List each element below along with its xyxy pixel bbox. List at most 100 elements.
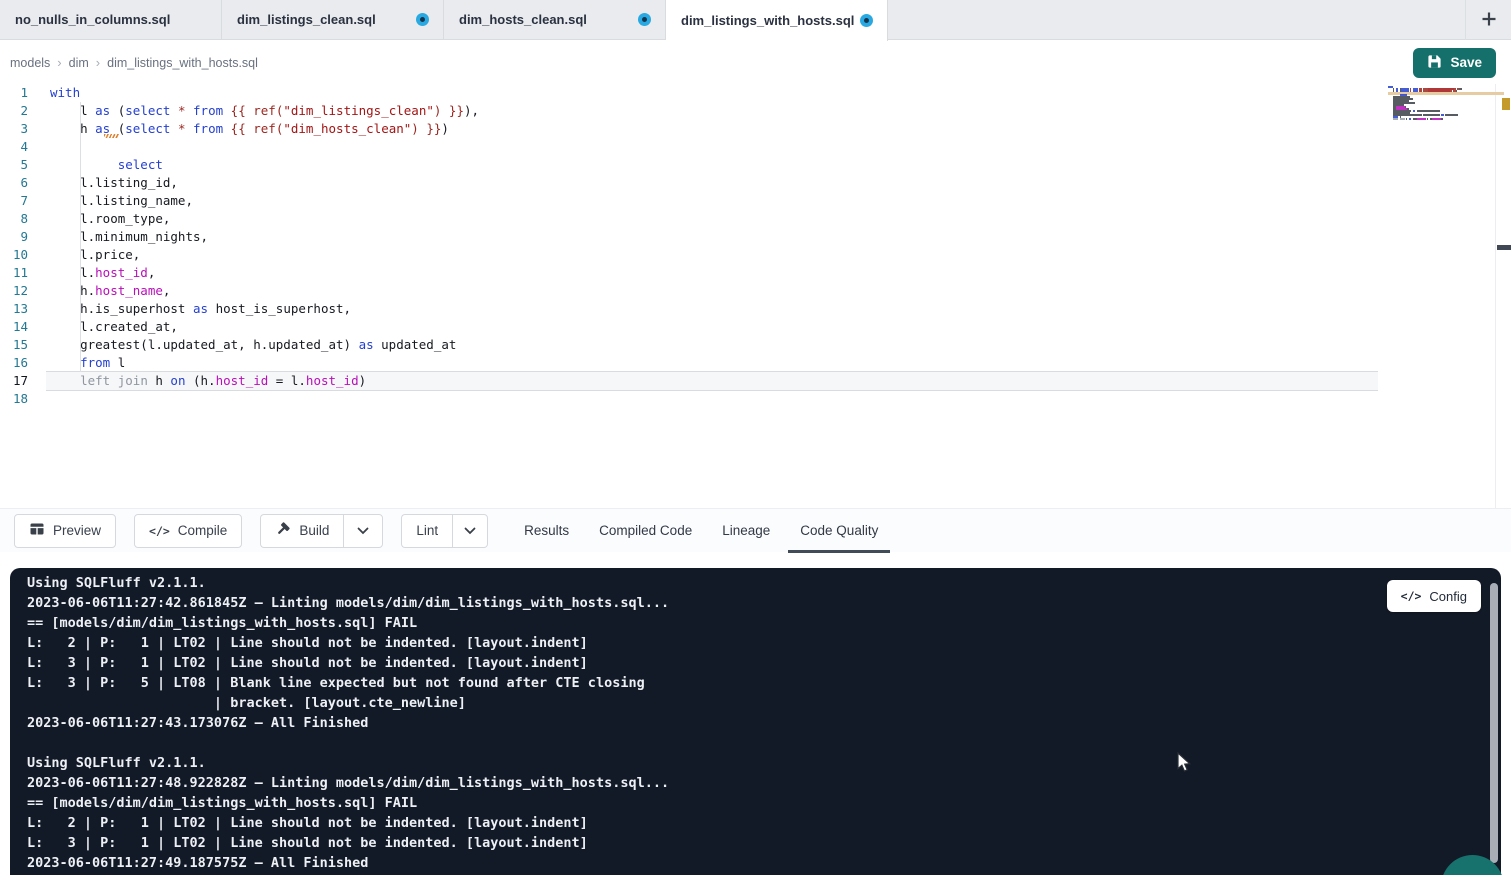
lint-button[interactable]: Lint (401, 514, 452, 548)
unsaved-changes-icon (416, 13, 429, 26)
code-line: select (50, 156, 479, 174)
config-button[interactable]: </> Config (1387, 580, 1481, 612)
code-line: greatest(l.updated_at, h.updated_at) as … (50, 336, 479, 354)
editor-tabs: no_nulls_in_columns.sql dim_listings_clea… (0, 0, 888, 39)
code-line: l.created_at, (50, 318, 479, 336)
tab-label: dim_hosts_clean.sql (459, 12, 587, 27)
editor-tab[interactable]: dim_listings_with_hosts.sql (666, 0, 888, 41)
code-line: l.listing_name, (50, 192, 479, 210)
editor-tab[interactable]: no_nulls_in_columns.sql (0, 0, 222, 39)
line-number: 6 (0, 174, 30, 192)
tab-label: dim_listings_clean.sql (237, 12, 376, 27)
code-line: from l (50, 354, 479, 372)
terminal-log: Using SQLFluff v2.1.1. 2023-06-06T11:27:… (10, 568, 1501, 873)
code-line (50, 138, 479, 156)
code-line: l as (select * from {{ ref("dim_listings… (50, 102, 479, 120)
code-line (50, 390, 479, 408)
editor-tab[interactable]: dim_listings_clean.sql (222, 0, 444, 39)
lint-split-button: Lint (401, 514, 488, 548)
line-number: 15 (0, 336, 30, 354)
minimap-line (1388, 120, 1464, 122)
line-number: 2 (0, 102, 30, 120)
line-number: 9 (0, 228, 30, 246)
compile-label: Compile (178, 523, 228, 538)
result-tabs: ResultsCompiled CodeLineageCode Quality (512, 509, 890, 553)
new-tab-button[interactable] (1466, 0, 1511, 40)
code-line: h.host_name, (50, 282, 479, 300)
overview-cursor-mark (1497, 245, 1511, 250)
build-label: Build (299, 523, 329, 538)
chevron-down-icon (357, 523, 369, 538)
line-number: 8 (0, 210, 30, 228)
line-number: 3 (0, 120, 30, 138)
result-tab-lineage[interactable]: Lineage (710, 509, 782, 553)
file-header-row: models › dim › dim_listings_with_hosts.sql S… (0, 41, 1511, 84)
build-split-button: Build (260, 514, 383, 548)
terminal-scrollbar-thumb[interactable] (1490, 583, 1498, 863)
code-brackets-icon: </> (149, 524, 170, 538)
breadcrumb-segment[interactable]: dim (69, 56, 89, 70)
breadcrumb-separator-icon: › (96, 55, 100, 70)
line-number: 11 (0, 264, 30, 282)
build-button[interactable]: Build (260, 514, 343, 548)
result-tab-compiled-code[interactable]: Compiled Code (587, 509, 704, 553)
overview-ruler-divider (1495, 84, 1496, 508)
unsaved-changes-icon (860, 14, 873, 27)
lint-dropdown-button[interactable] (452, 514, 488, 548)
result-tab-code-quality[interactable]: Code Quality (788, 509, 890, 553)
breadcrumb: models › dim › dim_listings_with_hosts.sql (10, 55, 258, 70)
breadcrumb-separator-icon: › (57, 55, 61, 70)
code-line: l.listing_id, (50, 174, 479, 192)
code-line: l.room_type, (50, 210, 479, 228)
lint-squiggle (104, 134, 119, 138)
minimap[interactable] (1388, 86, 1464, 122)
code-editor[interactable]: 123456789101112131415161718 with l as (s… (0, 84, 1511, 508)
line-number: 4 (0, 138, 30, 156)
line-number: 13 (0, 300, 30, 318)
code-content: with l as (select * from {{ ref("dim_lis… (50, 84, 479, 408)
config-label: Config (1429, 589, 1467, 604)
line-number: 1 (0, 84, 30, 102)
tab-bar-spacer (888, 0, 1465, 39)
tab-bar: no_nulls_in_columns.sql dim_listings_clea… (0, 0, 1511, 40)
preview-label: Preview (53, 523, 101, 538)
line-number: 18 (0, 390, 30, 408)
unsaved-changes-icon (638, 13, 651, 26)
tab-label: dim_listings_with_hosts.sql (681, 13, 854, 28)
chevron-down-icon (464, 523, 476, 538)
hammer-icon (275, 521, 291, 540)
code-brackets-icon: </> (1401, 589, 1422, 603)
line-number: 7 (0, 192, 30, 210)
editor-tab[interactable]: dim_hosts_clean.sql (444, 0, 666, 39)
save-label: Save (1450, 55, 1482, 70)
code-line: l.host_id, (50, 264, 479, 282)
plus-icon (1481, 11, 1497, 30)
compile-group: </> Compile (134, 514, 242, 548)
breadcrumb-segment[interactable]: models (10, 56, 50, 70)
line-number: 5 (0, 156, 30, 174)
result-tab-results[interactable]: Results (512, 509, 581, 553)
tab-label: no_nulls_in_columns.sql (15, 12, 170, 27)
preview-table-icon (29, 521, 45, 540)
line-number: 12 (0, 282, 30, 300)
lint-label: Lint (416, 523, 438, 538)
code-line: h.is_superhost as host_is_superhost, (50, 300, 479, 318)
breadcrumb-segment[interactable]: dim_listings_with_hosts.sql (107, 56, 258, 70)
overview-warning-mark (1502, 98, 1510, 110)
action-toolbar: Preview </> Compile Build (0, 508, 1511, 552)
line-number-gutter: 123456789101112131415161718 (0, 84, 30, 408)
line-number: 17 (0, 372, 30, 390)
code-line: l.minimum_nights, (50, 228, 479, 246)
code-line: with (50, 84, 479, 102)
build-dropdown-button[interactable] (343, 514, 383, 548)
line-number: 16 (0, 354, 30, 372)
save-button[interactable]: Save (1413, 48, 1496, 78)
save-icon (1427, 54, 1442, 72)
code-line: left join h on (h.host_id = l.host_id) (50, 372, 479, 390)
line-number: 10 (0, 246, 30, 264)
code-line: l.price, (50, 246, 479, 264)
preview-button[interactable]: Preview (14, 514, 116, 548)
terminal-panel: Using SQLFluff v2.1.1. 2023-06-06T11:27:… (10, 568, 1501, 875)
compile-button[interactable]: </> Compile (134, 514, 242, 548)
line-number: 14 (0, 318, 30, 336)
